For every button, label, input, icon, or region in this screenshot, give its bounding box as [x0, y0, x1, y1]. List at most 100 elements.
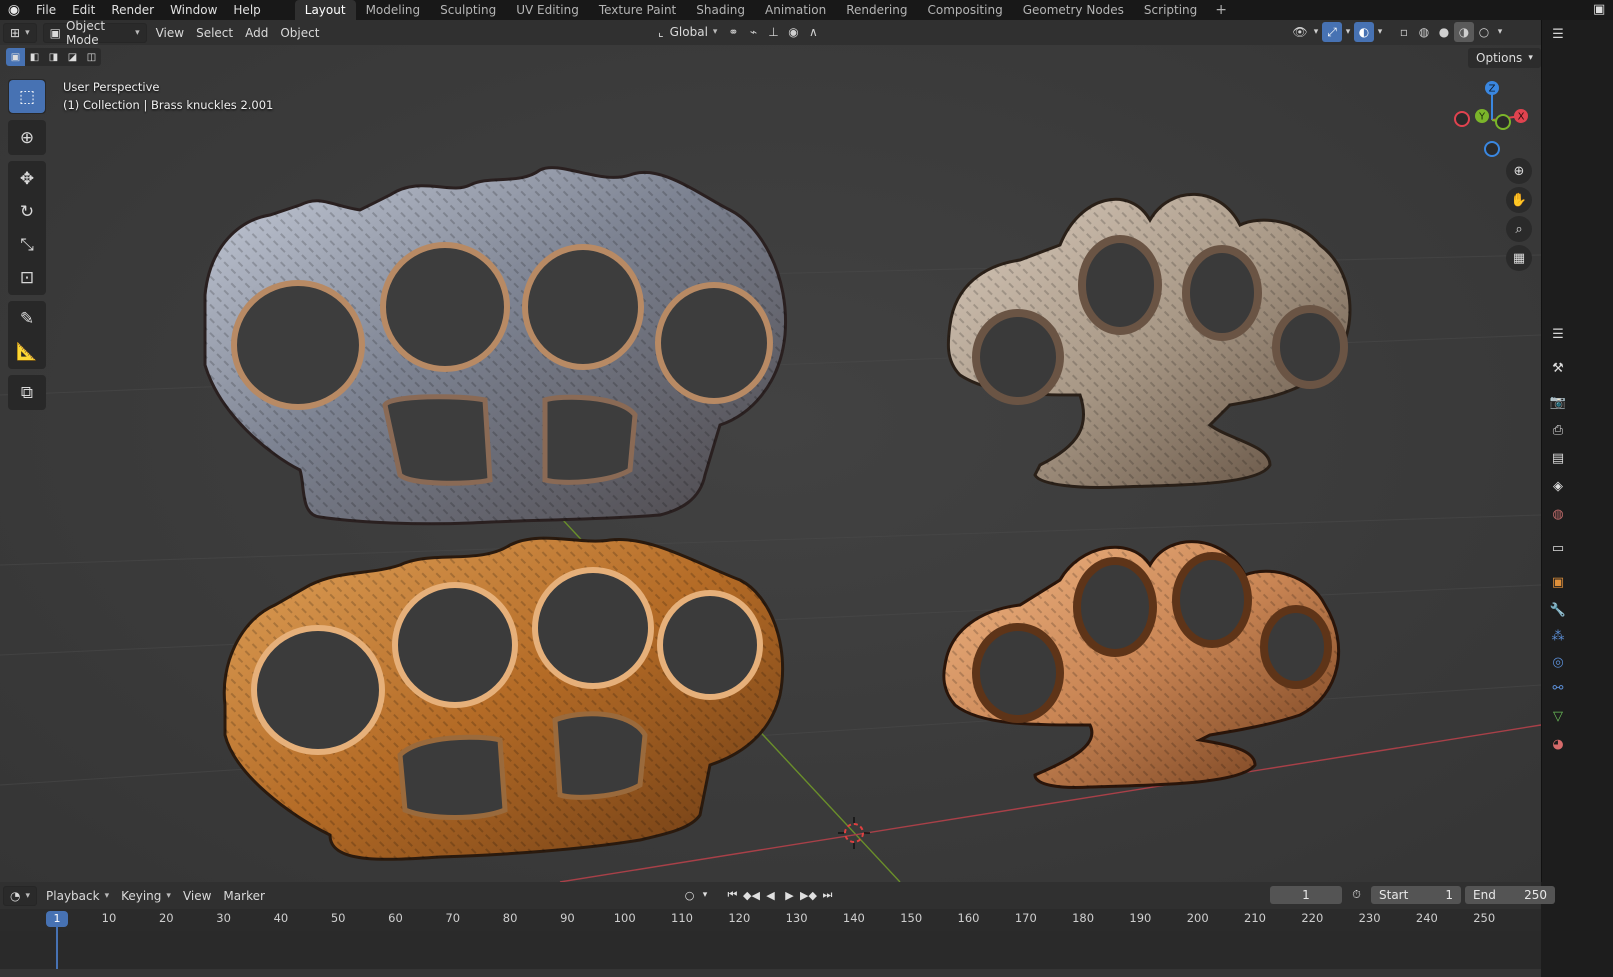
menu-file[interactable]: File	[28, 0, 64, 20]
tab-layout[interactable]: Layout	[294, 0, 356, 20]
chevron-down-icon[interactable]: ▾	[1374, 22, 1386, 42]
tab-geometry-nodes[interactable]: Geometry Nodes	[1013, 0, 1134, 20]
modifier-properties-icon[interactable]: 🔧	[1546, 598, 1570, 622]
properties-editor-icon[interactable]: ☰	[1546, 322, 1570, 346]
chevron-down-icon[interactable]: ▾	[699, 886, 711, 904]
collection-properties-icon[interactable]: ▭	[1546, 536, 1570, 560]
end-frame-field[interactable]: End 250	[1465, 886, 1555, 904]
pivot-icon[interactable]: ⚭	[723, 22, 743, 42]
light-steel-knuckles-object[interactable]	[946, 192, 1352, 489]
scale-icon[interactable]: ⤡	[9, 228, 45, 261]
mode-dropdown[interactable]: ▣ Object Mode ▾	[42, 19, 147, 47]
menu-keying[interactable]: Keying ▾	[115, 886, 177, 906]
move-icon[interactable]: ✥	[9, 162, 45, 195]
brass-knuckles-object[interactable]	[222, 536, 785, 861]
outliner-icon[interactable]: ☰	[1546, 22, 1570, 46]
z-neg-axis-icon[interactable]	[1484, 141, 1500, 157]
tab-uv-editing[interactable]: UV Editing	[506, 0, 589, 20]
select-subtract-icon[interactable]: ◨	[44, 48, 63, 66]
tab-texture-paint[interactable]: Texture Paint	[589, 0, 686, 20]
cursor-icon[interactable]: ⊕	[9, 121, 45, 154]
perspective-grid-icon[interactable]: ▦	[1506, 245, 1532, 271]
render-properties-icon[interactable]: 📷	[1546, 390, 1570, 414]
orientation-dropdown[interactable]: ⌞ Global ▾	[652, 22, 723, 42]
tab-sculpting[interactable]: Sculpting	[430, 0, 506, 20]
wireframe-shading-icon[interactable]: ◍	[1414, 22, 1434, 42]
menu-object[interactable]: Object	[274, 23, 325, 43]
visibility-icon[interactable]: 👁	[1290, 22, 1310, 42]
current-frame-field[interactable]: 1	[1270, 886, 1342, 904]
next-keyframe-icon[interactable]: ▶◆	[799, 886, 818, 904]
play-reverse-icon[interactable]: ◀	[761, 886, 780, 904]
menu-view[interactable]: View	[150, 23, 190, 43]
material-shading-icon[interactable]: ◑	[1454, 22, 1474, 42]
x-neg-axis-icon[interactable]	[1454, 111, 1470, 127]
play-icon[interactable]: ▶	[780, 886, 799, 904]
snap-target-icon[interactable]: ⊥	[763, 22, 783, 42]
add-cube-icon[interactable]: ⧉	[9, 376, 45, 409]
solid-shading-icon[interactable]: ●	[1434, 22, 1454, 42]
editor-type-button[interactable]: ⊞ ▾	[3, 22, 37, 43]
menu-marker[interactable]: Marker	[217, 886, 270, 906]
timeline-scrollbar[interactable]	[0, 969, 1541, 977]
xray-icon[interactable]: ▫	[1394, 22, 1414, 42]
select-extend-icon[interactable]: ◧	[25, 48, 44, 66]
blender-logo-icon[interactable]: ◉	[0, 0, 28, 20]
timeline-area[interactable]: 10 20 30 40 50 60 70 80 90 100 110 120 130 140 150 160 1…	[0, 909, 1541, 977]
prev-keyframe-icon[interactable]: ◆◀	[742, 886, 761, 904]
camera-icon[interactable]: ⌕	[1506, 216, 1532, 242]
tab-animation[interactable]: Animation	[755, 0, 836, 20]
object-data-icon[interactable]: ▽	[1546, 704, 1570, 728]
menu-add[interactable]: Add	[239, 23, 274, 43]
jump-end-icon[interactable]: ⏭	[818, 886, 837, 904]
playhead-frame-indicator[interactable]: 1	[46, 911, 68, 927]
chevron-down-icon[interactable]: ▾	[1342, 22, 1354, 42]
annotate-icon[interactable]: ✎	[9, 302, 45, 335]
options-dropdown[interactable]: Options ▾	[1468, 48, 1541, 68]
timeline-editor-type[interactable]: ◔ ▾	[3, 885, 38, 906]
proportional-edit-icon[interactable]: ◉	[783, 22, 803, 42]
measure-icon[interactable]: 📐	[9, 335, 45, 368]
zoom-icon[interactable]: ⊕	[1506, 158, 1532, 184]
snap-icon[interactable]: ⌁	[743, 22, 763, 42]
menu-select[interactable]: Select	[190, 23, 239, 43]
constraints-icon[interactable]: ⚯	[1546, 676, 1570, 700]
physics-icon[interactable]: ◎	[1546, 650, 1570, 674]
overlay-toggle-icon[interactable]: ◐	[1354, 22, 1374, 42]
3d-viewport[interactable]: User Perspective (1) Collection | Brass …	[0, 45, 1541, 882]
auto-keying-icon[interactable]: ○	[680, 886, 699, 904]
chevron-down-icon[interactable]: ▾	[1310, 22, 1322, 42]
rendered-shading-icon[interactable]: ○	[1474, 22, 1494, 42]
silver-knuckles-object[interactable]	[203, 166, 788, 526]
scene-properties-icon[interactable]: ◈	[1546, 474, 1570, 498]
menu-help[interactable]: Help	[225, 0, 268, 20]
object-properties-icon[interactable]: ▣	[1546, 570, 1570, 594]
select-box-icon[interactable]: ⬚	[9, 80, 45, 113]
tab-modeling[interactable]: Modeling	[356, 0, 431, 20]
add-workspace-button[interactable]: +	[1207, 0, 1235, 20]
tab-shading[interactable]: Shading	[686, 0, 755, 20]
menu-window[interactable]: Window	[162, 0, 225, 20]
particles-icon[interactable]: ⁂	[1546, 624, 1570, 648]
tool-properties-icon[interactable]: ⚒	[1546, 356, 1570, 380]
menu-edit[interactable]: Edit	[64, 0, 103, 20]
tab-compositing[interactable]: Compositing	[917, 0, 1012, 20]
world-properties-icon[interactable]: ◍	[1546, 502, 1570, 526]
material-properties-icon[interactable]: ◕	[1546, 732, 1570, 756]
gizmo-toggle-icon[interactable]: ⤢	[1322, 22, 1342, 42]
select-invert-icon[interactable]: ◪	[63, 48, 82, 66]
output-properties-icon[interactable]: ⎙	[1546, 418, 1570, 442]
stopwatch-icon[interactable]: ⏱	[1347, 886, 1366, 904]
menu-timeline-view[interactable]: View	[177, 886, 217, 906]
transform-icon[interactable]: ⊡	[9, 261, 45, 294]
view-layer-icon[interactable]: ▤	[1546, 446, 1570, 470]
tab-rendering[interactable]: Rendering	[836, 0, 917, 20]
menu-playback[interactable]: Playback ▾	[40, 886, 115, 906]
frame-ruler[interactable]: 10 20 30 40 50 60 70 80 90 100 110 120 130 140 150 160 1…	[0, 909, 1541, 931]
rotate-icon[interactable]: ↻	[9, 195, 45, 228]
scene-icon[interactable]: ▣	[1593, 2, 1609, 18]
pan-hand-icon[interactable]: ✋	[1506, 187, 1532, 213]
select-intersect-icon[interactable]: ◫	[82, 48, 101, 66]
falloff-icon[interactable]: ∧	[803, 22, 823, 42]
navigation-gizmo[interactable]: Z X Y	[1448, 78, 1534, 162]
